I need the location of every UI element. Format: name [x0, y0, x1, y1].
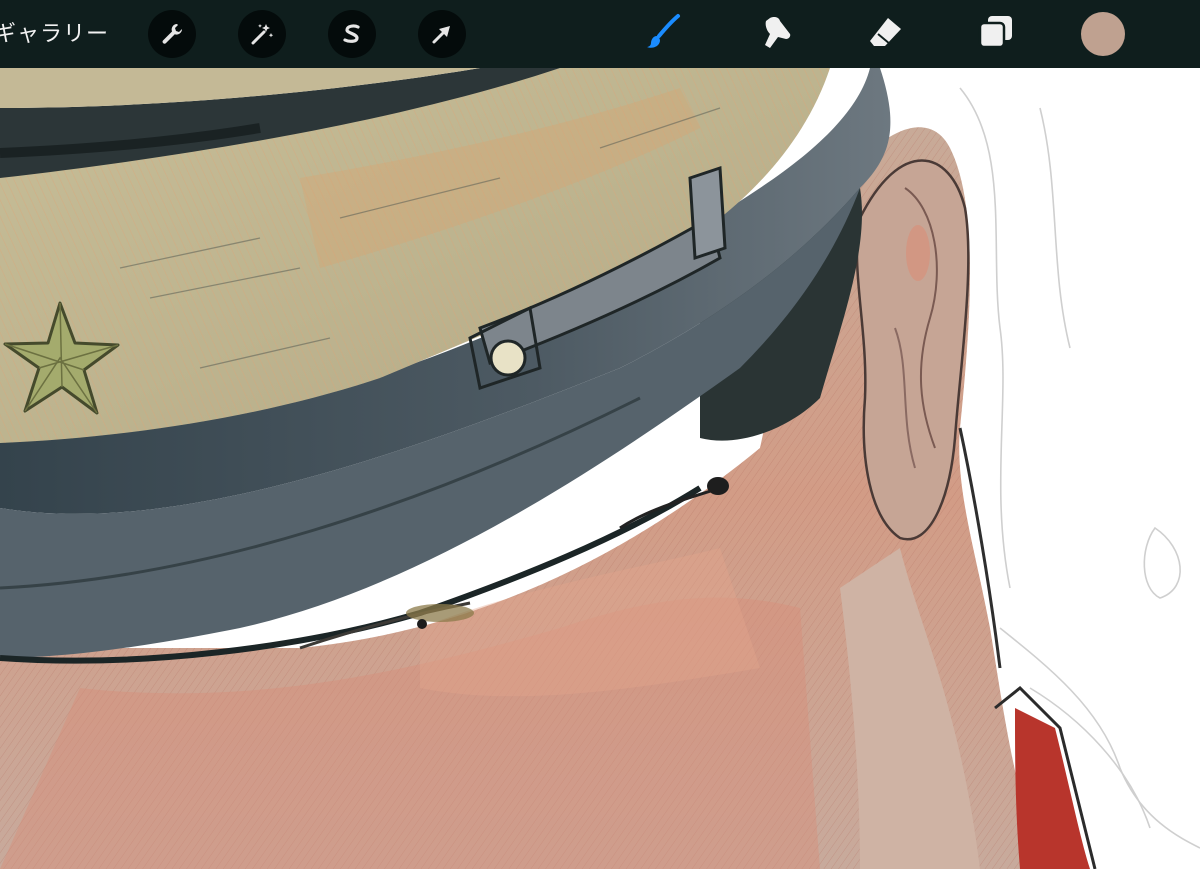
actions-button[interactable]	[148, 10, 196, 58]
selection-s-icon	[339, 21, 365, 47]
drawing-canvas[interactable]	[0, 68, 1200, 869]
layers-icon	[976, 12, 1016, 56]
transform-button[interactable]	[418, 10, 466, 58]
gallery-button[interactable]: ギャラリー	[0, 16, 109, 48]
wrench-icon	[159, 21, 185, 47]
smudge-icon	[756, 12, 796, 56]
eraser-icon	[866, 12, 906, 56]
color-picker-button[interactable]	[1081, 12, 1125, 56]
adjustments-button[interactable]	[238, 10, 286, 58]
chin-strap-button	[489, 339, 527, 377]
top-toolbar: ギャラリー	[0, 0, 1200, 68]
selection-button[interactable]	[328, 10, 376, 58]
layers-button[interactable]	[974, 12, 1018, 56]
collar-red	[1015, 708, 1090, 869]
magic-wand-icon	[249, 21, 275, 47]
procreate-app: ギャラリー	[0, 0, 1200, 869]
eraser-button[interactable]	[864, 12, 908, 56]
brush-icon	[644, 12, 684, 56]
transform-arrow-icon	[429, 21, 455, 47]
artwork	[0, 68, 1200, 869]
eye-glimpse	[406, 604, 474, 622]
smudge-button[interactable]	[754, 12, 798, 56]
brush-button[interactable]	[642, 12, 686, 56]
